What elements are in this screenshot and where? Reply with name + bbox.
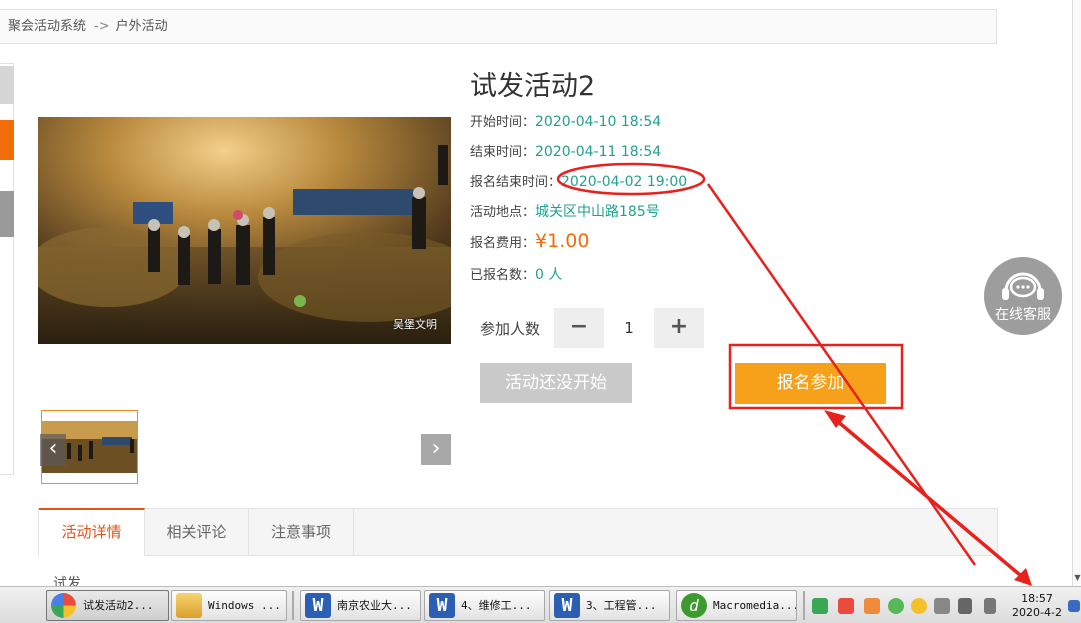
end-time-value: 2020-04-11 18:54 — [535, 144, 662, 160]
network-signal-icon[interactable] — [958, 598, 972, 614]
event-main-image: 吴堡文明 — [38, 117, 451, 344]
fee-label: 报名费用： — [470, 236, 536, 251]
tray-app-icon[interactable] — [864, 598, 880, 614]
vertical-scrollbar[interactable]: ▼ — [1072, 0, 1081, 586]
chevron-right-icon: › — [431, 436, 441, 461]
tab-notes[interactable]: 注意事项 — [249, 508, 354, 556]
annotation-arrowhead-down — [1014, 568, 1032, 586]
start-time-row: 开始时间：2020-04-10 18:54 — [470, 111, 661, 130]
breadcrumb-separator: -> — [94, 19, 110, 34]
word-icon: W — [429, 593, 455, 618]
side-tab-dark[interactable] — [0, 191, 14, 237]
registered-row: 已报名数：0 人 — [470, 264, 562, 284]
taskbar-item-label: 4、维修工... — [461, 599, 532, 612]
taskbar-item-label: Windows ... — [208, 599, 281, 612]
taskbar-item-label: 南京农业大... — [337, 599, 412, 612]
location-label: 活动地点： — [470, 205, 536, 220]
taskbar-item-word-2[interactable]: W 4、维修工... — [424, 590, 545, 621]
taskbar-separator — [292, 591, 294, 620]
tray-device-icon[interactable] — [934, 598, 950, 614]
folder-icon — [176, 593, 202, 618]
registration-end-value: 2020-04-02 19:00 — [561, 174, 688, 190]
registration-end-label: 报名结束时间： — [470, 175, 562, 190]
location-row: 活动地点：城关区中山路185号 — [470, 201, 660, 221]
taskbar-item-word-3[interactable]: W 3、工程管... — [549, 590, 670, 621]
tray-cube-icon[interactable] — [838, 598, 854, 614]
registered-value: 0 人 — [535, 267, 563, 283]
taskbar-separator — [803, 591, 805, 620]
quantity-plus-button[interactable]: + — [654, 308, 704, 348]
taskbar-item-browser[interactable]: 试发活动2... — [46, 590, 169, 621]
registered-label: 已报名数： — [470, 268, 536, 283]
taskbar-item-label: 3、工程管... — [586, 599, 657, 612]
tab-event-details[interactable]: 活动详情 — [39, 508, 145, 556]
side-tab-orange[interactable] — [0, 120, 14, 160]
start-time-label: 开始时间： — [470, 115, 536, 130]
taskbar-item-label: Macromedia... — [713, 599, 797, 612]
signup-button[interactable]: 报名参加 — [735, 363, 886, 404]
annotation-double-arrow-line — [834, 418, 1028, 582]
quantity-label: 参加人数 — [480, 320, 541, 338]
volume-icon[interactable] — [984, 598, 996, 614]
thumbnail-next-button[interactable]: › — [421, 434, 451, 465]
security-icon[interactable] — [911, 598, 927, 614]
tab-comments[interactable]: 相关评论 — [145, 508, 249, 556]
clock-time: 18:57 — [1021, 592, 1053, 605]
word-icon: W — [554, 593, 580, 618]
chevron-left-icon: ‹ — [48, 436, 58, 461]
online-service-label: 在线客服 — [995, 307, 1051, 323]
location-value: 城关区中山路185号 — [535, 204, 660, 220]
wechat-icon[interactable] — [888, 598, 904, 614]
detail-tabs: 活动详情 相关评论 注意事项 — [38, 508, 998, 556]
image-watermark: 吴堡文明 — [393, 318, 437, 331]
online-service-button[interactable]: 在线客服 — [984, 257, 1062, 335]
taskbar-clock[interactable]: 18:57 2020-4-2 — [1010, 592, 1064, 620]
show-desktop-icon[interactable] — [1068, 600, 1080, 612]
fee-value: ¥1.00 — [535, 230, 590, 252]
clock-date: 2020-4-2 — [1012, 606, 1062, 619]
fee-row: 报名费用：¥1.00 — [470, 230, 589, 252]
quantity-value[interactable]: 1 — [604, 308, 654, 348]
dreamweaver-icon: d — [681, 593, 707, 618]
taskbar: 试发活动2... Windows ... W 南京农业大... W 4、维修工.… — [0, 586, 1081, 623]
taskbar-item-dreamweaver[interactable]: d Macromedia... — [676, 590, 797, 621]
taskbar-item-label: 试发活动2... — [83, 599, 154, 612]
taskbar-item-word-1[interactable]: W 南京农业大... — [300, 590, 421, 621]
side-tab-gray[interactable] — [0, 66, 14, 104]
browser-icon — [51, 593, 76, 618]
page: { "breadcrumb": { "root": "聚会活动系统", "sep… — [0, 0, 1081, 623]
not-started-button[interactable]: 活动还没开始 — [480, 363, 632, 403]
annotation-arrowhead-up — [824, 410, 846, 428]
word-icon: W — [305, 593, 331, 618]
breadcrumb-root[interactable]: 聚会活动系统 — [8, 19, 86, 34]
start-time-value: 2020-04-10 18:54 — [535, 114, 662, 130]
input-method-icon[interactable] — [812, 598, 828, 614]
registration-end-row: 报名结束时间：2020-04-02 19:00 — [470, 171, 687, 190]
scroll-down-arrow-icon[interactable]: ▼ — [1073, 573, 1081, 582]
breadcrumb-current[interactable]: 户外活动 — [116, 19, 168, 34]
end-time-label: 结束时间： — [470, 145, 536, 160]
end-time-row: 结束时间：2020-04-11 18:54 — [470, 141, 661, 160]
quantity-minus-button[interactable]: − — [554, 308, 604, 348]
taskbar-item-explorer[interactable]: Windows ... — [171, 590, 287, 621]
thumbnail-prev-button[interactable]: ‹ — [40, 434, 66, 466]
breadcrumb: 聚会活动系统 -> 户外活动 — [0, 9, 997, 44]
event-title: 试发活动2 — [470, 71, 596, 102]
harvest-photo — [38, 117, 451, 344]
